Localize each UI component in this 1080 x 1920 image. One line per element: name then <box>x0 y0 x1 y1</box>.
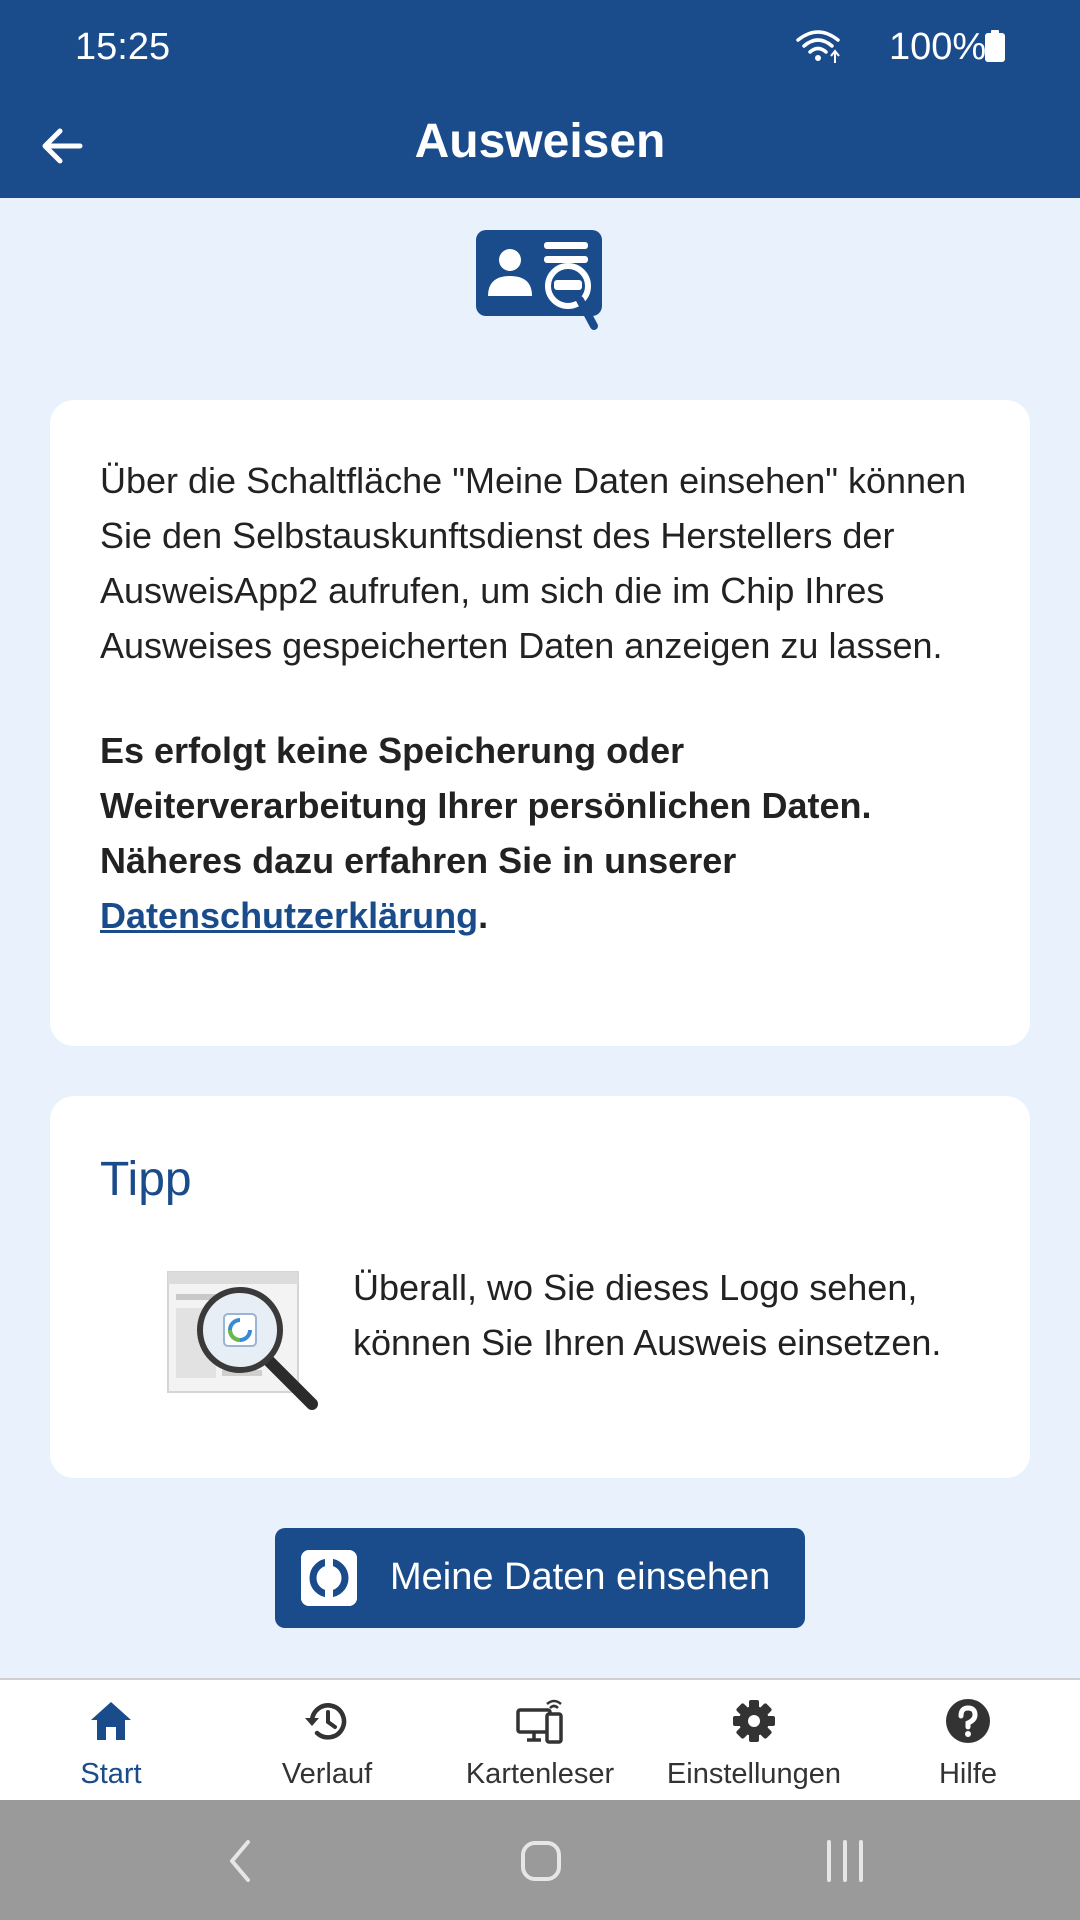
bottom-navigation: Start Verlauf Kartenleser Einstellungen … <box>0 1678 1080 1800</box>
tab-start[interactable]: Start <box>3 1680 219 1802</box>
tab-kartenleser-label: Kartenleser <box>465 1758 615 1790</box>
tip-title: Tipp <box>100 1153 192 1206</box>
ausweis-logo-icon <box>301 1550 357 1606</box>
status-time: 15:25 <box>75 26 171 68</box>
battery-percentage: 100% <box>889 26 987 68</box>
gear-icon <box>733 1700 775 1742</box>
tab-einstellungen-label: Einstellungen <box>666 1758 842 1790</box>
privacy-note-period: . <box>478 895 489 936</box>
view-my-data-label: Meine Daten einsehen <box>390 1556 771 1598</box>
battery-icon <box>985 30 1005 62</box>
status-bar: 15:25 100% <box>0 0 1080 96</box>
card-reader-icon <box>516 1699 563 1744</box>
view-my-data-button[interactable]: Meine Daten einsehen <box>275 1528 805 1628</box>
privacy-policy-link[interactable]: Datenschutzerklärung <box>100 895 478 936</box>
app-bar: Ausweisen <box>0 96 1080 198</box>
system-home-icon[interactable] <box>511 1836 571 1886</box>
system-recents-icon[interactable] <box>815 1836 875 1886</box>
tip-card: Tipp Überall, wo Sie dieses Logo sehen, … <box>50 1096 1030 1478</box>
info-card: Über die Schaltfläche "Meine Daten einse… <box>50 400 1030 1046</box>
privacy-note: Es erfolgt keine Speicherung oder Weiter… <box>100 723 980 943</box>
home-icon <box>91 1702 131 1740</box>
id-card-search-icon <box>476 230 602 330</box>
tip-text: Überall, wo Sie dieses Logo sehen, könne… <box>353 1267 942 1363</box>
help-icon <box>946 1699 990 1743</box>
intro-paragraph: Über die Schaltfläche "Meine Daten einse… <box>100 460 967 666</box>
system-navigation-bar <box>0 1800 1080 1920</box>
tab-verlauf[interactable]: Verlauf <box>219 1680 435 1802</box>
tab-hilfe-label: Hilfe <box>938 1758 997 1790</box>
tab-hilfe[interactable]: Hilfe <box>860 1680 1076 1802</box>
tab-start-label: Start <box>80 1758 142 1790</box>
website-logo-magnifier-icon <box>167 1271 318 1410</box>
system-back-icon[interactable] <box>210 1836 270 1886</box>
history-icon <box>305 1703 347 1740</box>
page-title: Ausweisen <box>414 115 666 168</box>
privacy-note-text: Es erfolgt keine Speicherung oder Weiter… <box>100 730 872 881</box>
tab-kartenleser[interactable]: Kartenleser <box>432 1680 648 1802</box>
wifi-icon <box>796 30 840 63</box>
tab-verlauf-label: Verlauf <box>281 1758 373 1790</box>
tab-einstellungen[interactable]: Einstellungen <box>646 1680 862 1802</box>
